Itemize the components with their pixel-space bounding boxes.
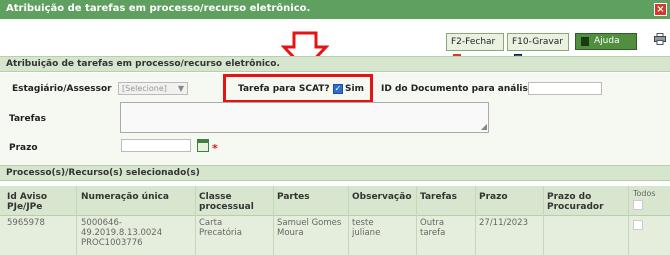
close-window-button[interactable]: × — [654, 3, 667, 16]
tarefas-label: Tarefas — [9, 114, 46, 124]
sim-checkbox[interactable]: ✓ — [333, 84, 343, 94]
cell-observacao-line2: juliane — [352, 228, 381, 238]
column-divider — [195, 186, 196, 255]
gravar-button[interactable]: F10-Gravar — [507, 33, 569, 62]
window-titlebar: Atribuição de tarefas em processo/recurs… — [0, 0, 670, 19]
column-divider — [628, 186, 629, 255]
cell-prazo: 27/11/2023 — [479, 218, 528, 228]
book-icon — [581, 37, 589, 46]
cell-observacao-line1: teste — [352, 218, 374, 228]
gravar-label: F10-Gravar — [512, 37, 563, 47]
id-doc-label: ID do Documento para análise — [381, 84, 534, 94]
sim-label: Sim — [345, 84, 364, 94]
printer-icon[interactable] — [654, 33, 666, 45]
estagiario-select-value: [Selecione] — [122, 84, 167, 93]
section-header-atribuicao: Atribuição de tarefas em processo/recurs… — [0, 56, 670, 72]
col-header-prazo-procurador-line2: Procurador — [547, 202, 604, 212]
window-title: Atribuição de tarefas em processo/recurs… — [6, 3, 311, 14]
col-header-tarefas[interactable]: Tarefas — [420, 192, 457, 202]
row-select-checkbox[interactable] — [633, 220, 643, 230]
column-divider — [475, 186, 476, 255]
col-header-partes[interactable]: Partes — [277, 192, 310, 202]
column-divider — [416, 186, 417, 255]
cell-partes-line1: Samuel Gomes — [277, 218, 342, 228]
fechar-button[interactable]: F2-Fecharx — [446, 33, 504, 62]
estagiario-label: Estagiário/Assessor — [12, 84, 112, 94]
column-divider — [543, 186, 544, 255]
required-marker: * — [212, 142, 218, 155]
cell-partes: Samuel Gomes Moura — [277, 218, 341, 238]
cell-observacao: teste juliane — [352, 218, 380, 238]
calendar-icon[interactable] — [197, 139, 209, 152]
cell-classe-line1: Carta — [199, 218, 223, 228]
cell-tarefas: Outra tarefa — [420, 218, 445, 238]
ajuda-label: Ajuda — [594, 36, 620, 46]
col-header-classe-line2: processual — [199, 202, 254, 212]
col-header-observacao[interactable]: Observação — [352, 192, 412, 202]
col-header-prazo[interactable]: Prazo — [479, 192, 508, 202]
estagiario-select[interactable]: [Selecione] ▼ — [118, 82, 188, 95]
cell-classe-line2: Precatória — [199, 228, 242, 238]
col-header-numeracao[interactable]: Numeração única — [81, 192, 169, 202]
column-divider — [273, 186, 274, 255]
col-header-id-aviso[interactable]: Id Aviso PJe/JPe — [7, 192, 47, 212]
column-divider — [348, 186, 349, 255]
prazo-input[interactable] — [121, 139, 191, 152]
cell-numeracao-line3: PROC1003776 — [81, 238, 143, 248]
col-header-prazo-procurador-line1: Prazo do — [547, 192, 592, 202]
ajuda-button[interactable]: Ajuda — [575, 33, 637, 50]
cell-tarefas-line2: tarefa — [420, 228, 446, 238]
cell-partes-line2: Moura — [277, 228, 304, 238]
col-header-classe-line1: Classe — [199, 192, 232, 202]
col-header-prazo-procurador[interactable]: Prazo do Procurador — [547, 192, 604, 212]
cell-classe: Carta Precatória — [199, 218, 242, 238]
cell-numeracao-line1: 5000646- — [81, 218, 122, 228]
chevron-down-icon: ▼ — [177, 84, 184, 93]
fechar-label: F2-Fechar — [451, 37, 496, 47]
cell-numeracao: 5000646- 49.2019.8.13.0024 PROC1003776 — [81, 218, 162, 248]
resize-grip-icon[interactable]: ◢ — [481, 123, 487, 131]
id-doc-input[interactable] — [528, 82, 602, 95]
column-divider — [76, 186, 77, 255]
cell-numeracao-line2: 49.2019.8.13.0024 — [81, 228, 163, 238]
col-header-todos: Todos — [633, 189, 656, 198]
tarefas-textarea[interactable]: ◢ — [120, 102, 489, 133]
section-header-processos: Processo(s)/Recurso(s) selecionado(s) — [0, 165, 670, 181]
cell-tarefas-line1: Outra — [420, 218, 445, 228]
tarefa-scat-label: Tarefa para SCAT? — [238, 84, 330, 94]
prazo-label: Prazo — [9, 143, 38, 153]
col-header-classe[interactable]: Classe processual — [199, 192, 254, 212]
select-all-checkbox[interactable] — [633, 200, 643, 210]
cell-id-aviso: 5965978 — [7, 218, 45, 228]
col-header-id-aviso-line1: Id Aviso — [7, 192, 48, 202]
col-header-id-aviso-line2: PJe/JPe — [7, 202, 43, 212]
